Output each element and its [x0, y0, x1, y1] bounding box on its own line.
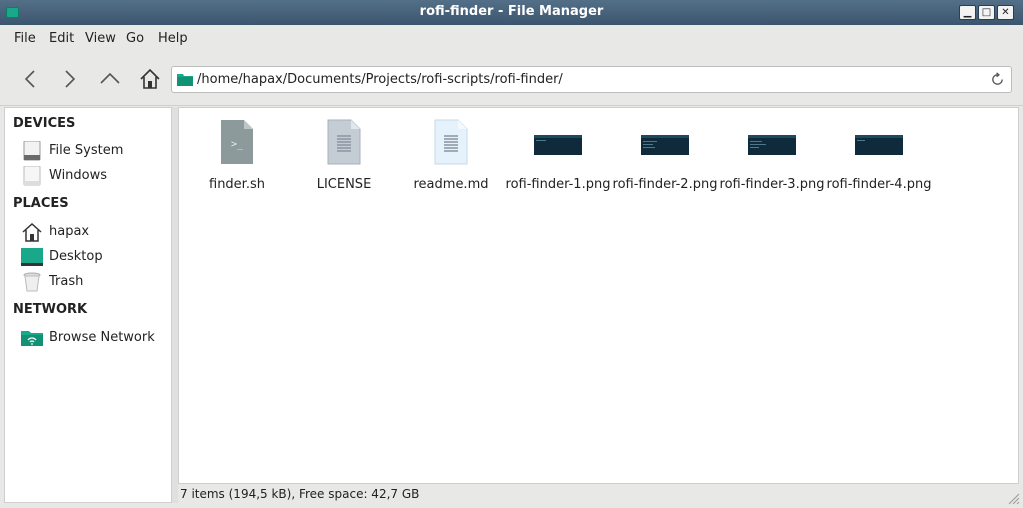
location-bar[interactable]: /home/hapax/Documents/Projects/rofi-scri… — [171, 66, 1012, 93]
status-bar: 7 items (194,5 kB), Free space: 42,7 GB — [178, 484, 1023, 508]
home-icon — [140, 68, 160, 89]
svg-text:>_: >_ — [231, 139, 244, 150]
drive-icon — [23, 141, 41, 161]
sidebar-item-label: Desktop — [49, 249, 103, 264]
sidebar: DEVICES File System Windows PLACES hapax… — [4, 107, 172, 503]
file-item[interactable]: rofi-finder-1.png — [506, 114, 610, 194]
image-thumbnail — [748, 135, 796, 155]
sidebar-item-desktop[interactable]: Desktop — [21, 246, 171, 268]
menu-file[interactable]: File — [14, 31, 36, 46]
maximize-button[interactable]: □ — [978, 5, 995, 20]
parent-folder-button[interactable] — [96, 65, 124, 93]
location-path[interactable]: /home/hapax/Documents/Projects/rofi-scri… — [197, 72, 563, 87]
desktop-icon — [21, 248, 43, 266]
trash-icon — [23, 272, 41, 292]
file-name: rofi-finder-1.png — [505, 177, 611, 192]
sidebar-item-label: Windows — [49, 168, 108, 183]
sidebar-item-label: Trash — [49, 274, 84, 289]
forward-button[interactable] — [56, 65, 84, 93]
sidebar-item-file-system[interactable]: File System — [21, 140, 171, 162]
sidebar-item-hapax[interactable]: hapax — [21, 221, 171, 243]
file-name: readme.md — [413, 177, 489, 192]
menu-help[interactable]: Help — [158, 31, 188, 46]
script-icon: >_ — [221, 120, 253, 164]
file-view[interactable]: >_ finder.sh LICENSE readme.md rofi-find… — [178, 107, 1019, 484]
window-title: rofi-finder - File Manager — [419, 4, 604, 19]
image-thumbnail — [534, 135, 582, 155]
arrow-left-icon — [24, 70, 35, 88]
markdown-file-icon — [434, 119, 468, 165]
file-name: finder.sh — [209, 177, 265, 192]
sidebar-item-label: hapax — [49, 224, 90, 239]
menu-view[interactable]: View — [85, 31, 116, 46]
reload-icon[interactable] — [990, 72, 1005, 87]
file-name: rofi-finder-2.png — [612, 177, 718, 192]
menu-go[interactable]: Go — [126, 31, 144, 46]
file-name: LICENSE — [316, 177, 372, 192]
image-thumbnail — [855, 135, 903, 155]
sidebar-item-label: File System — [49, 143, 124, 158]
file-item[interactable]: >_ finder.sh — [185, 114, 289, 194]
status-text: 7 items (194,5 kB), Free space: 42,7 GB — [180, 487, 420, 501]
sidebar-item-label: Browse Network — [49, 330, 155, 345]
home-icon — [22, 222, 42, 242]
image-thumbnail — [641, 135, 689, 155]
menu-bar: File Edit View Go Help — [0, 25, 1023, 51]
file-name: rofi-finder-4.png — [826, 177, 932, 192]
sidebar-item-trash[interactable]: Trash — [21, 271, 171, 293]
file-item[interactable]: readme.md — [399, 114, 503, 194]
close-button[interactable]: ✕ — [997, 5, 1014, 20]
devices-heading: DEVICES — [13, 116, 76, 131]
file-item[interactable]: rofi-finder-3.png — [720, 114, 824, 194]
file-item[interactable]: rofi-finder-4.png — [827, 114, 931, 194]
home-button[interactable] — [136, 65, 164, 93]
file-name: rofi-finder-3.png — [719, 177, 825, 192]
folder-icon — [177, 74, 193, 86]
minimize-button[interactable]: ▁ — [959, 5, 976, 20]
arrow-up-icon — [100, 72, 120, 84]
sidebar-item-windows[interactable]: Windows — [21, 165, 171, 187]
file-item[interactable]: rofi-finder-2.png — [613, 114, 717, 194]
network-heading: NETWORK — [13, 302, 88, 317]
menu-edit[interactable]: Edit — [49, 31, 74, 46]
title-bar[interactable]: rofi-finder - File Manager ▁ □ ✕ — [0, 0, 1023, 25]
back-button[interactable] — [16, 65, 44, 93]
text-file-icon — [327, 119, 361, 165]
sidebar-item-browse-network[interactable]: Browse Network — [21, 327, 171, 349]
drive-icon — [23, 166, 41, 186]
network-folder-icon — [21, 331, 43, 346]
places-heading: PLACES — [13, 196, 69, 211]
toolbar: /home/hapax/Documents/Projects/rofi-scri… — [0, 51, 1023, 106]
resize-grip-icon[interactable] — [1006, 491, 1020, 505]
file-item[interactable]: LICENSE — [292, 114, 396, 194]
arrow-right-icon — [65, 70, 76, 88]
